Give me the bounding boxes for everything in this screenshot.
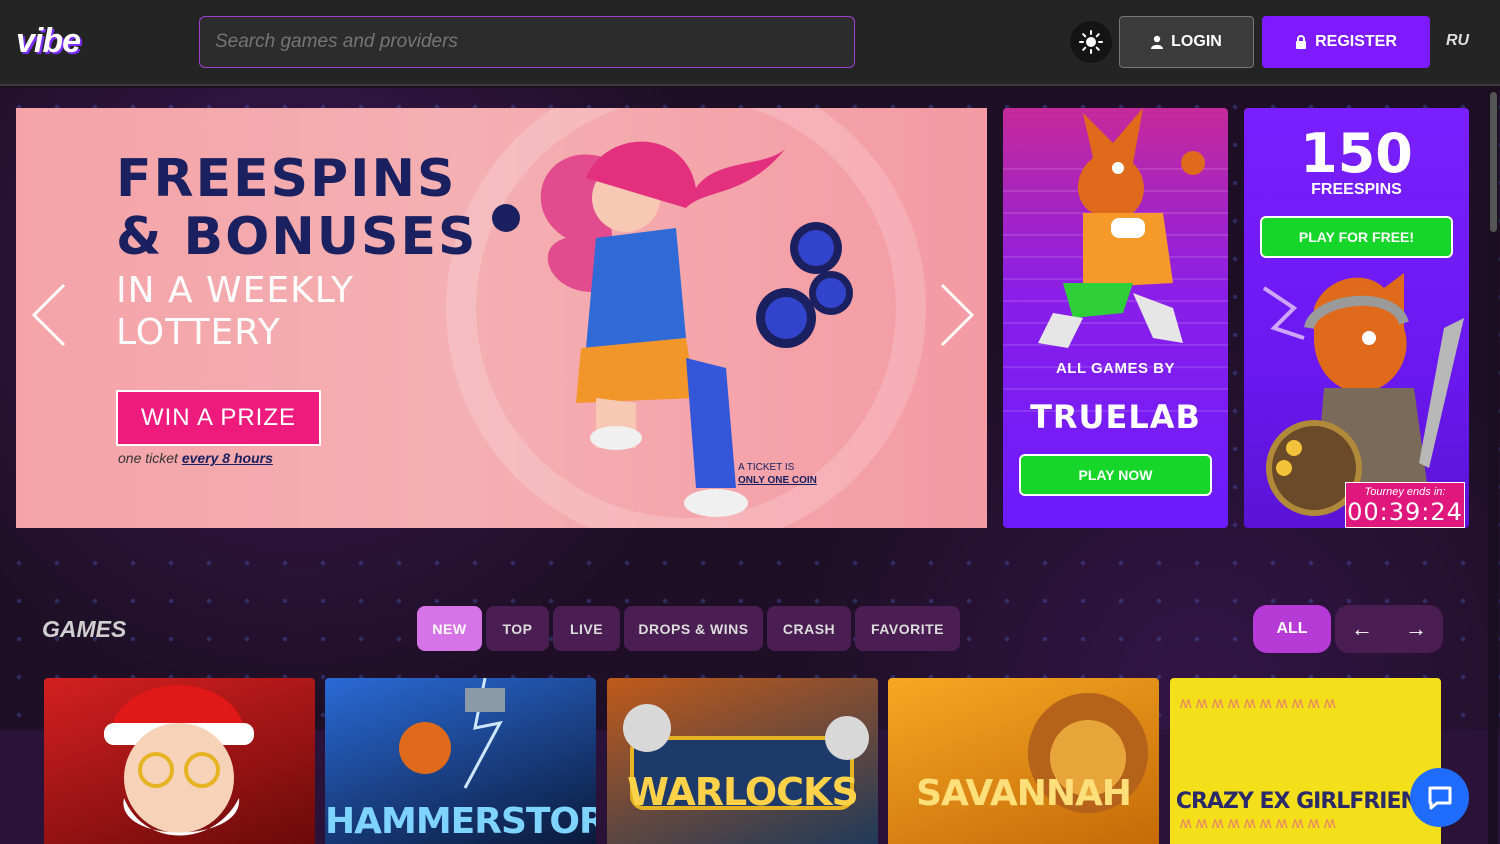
ticket-info-link[interactable]: ONLY ONE COIN <box>738 475 817 486</box>
language-switch[interactable]: RU <box>1446 32 1469 50</box>
game-card[interactable]: SAVANNAH <box>888 678 1159 844</box>
svg-text:ʍ ʍ ʍ ʍ ʍ ʍ ʍ ʍ ʍ ʍ: ʍ ʍ ʍ ʍ ʍ ʍ ʍ ʍ ʍ ʍ <box>1180 695 1336 712</box>
login-label: LOGIN <box>1171 33 1222 50</box>
tab-top[interactable]: TOP <box>486 606 549 651</box>
all-games-button[interactable]: ALL <box>1253 605 1331 653</box>
live-chat-button[interactable] <box>1410 768 1469 827</box>
user-icon <box>1151 35 1164 49</box>
register-button[interactable]: REGISTER <box>1262 16 1430 68</box>
tab-crash[interactable]: CRASH <box>767 606 851 651</box>
carousel-next-icon[interactable] <box>936 283 976 347</box>
game-card[interactable]: ʍ ʍ ʍ ʍ ʍ ʍ ʍ ʍ ʍ ʍ ʍ ʍ ʍ ʍ ʍ ʍ ʍ ʍ ʍ ʍ … <box>1170 678 1441 844</box>
chat-bubble-icon <box>1428 786 1451 809</box>
tab-favorite[interactable]: FAVORITE <box>855 606 960 651</box>
hero-title-line1: FREESPINS <box>116 149 457 209</box>
truelab-logo: TRUELAB <box>1030 398 1201 436</box>
lock-icon <box>1296 35 1307 49</box>
site-logo[interactable]: vibe <box>16 22 81 61</box>
play-now-button[interactable]: PLAY NOW <box>1019 454 1212 496</box>
hero-title: FREESPINS & BONUSES <box>116 150 477 266</box>
tourney-label: Tourney ends in: <box>1364 486 1446 498</box>
game-title: WARLOCKS <box>627 770 859 814</box>
hero-note: one ticket every 8 hours <box>118 450 273 466</box>
game-card[interactable] <box>44 678 315 844</box>
play-for-free-button[interactable]: PLAY FOR FREE! <box>1260 216 1453 258</box>
hero-note-prefix: one ticket <box>118 450 178 466</box>
hero-title-line2: & BONUSES <box>116 207 478 267</box>
tourney-timer: Tourney ends in: 00:39:24 <box>1345 482 1465 528</box>
warlocks-art <box>623 704 869 810</box>
game-title: SAVANNAH <box>916 773 1132 814</box>
arrow-right-icon[interactable]: → <box>1396 616 1436 642</box>
hero-subtitle: IN A WEEKLY LOTTERY <box>116 270 354 354</box>
theme-toggle-button[interactable] <box>1070 21 1112 63</box>
hero-subtitle-line2: LOTTERY <box>116 312 281 353</box>
santa-illustration <box>104 685 254 836</box>
ticket-info-line1: A TICKET IS <box>738 462 795 473</box>
games-carousel-nav: ← → <box>1335 605 1443 653</box>
hero-note-link[interactable]: every 8 hours <box>182 450 273 466</box>
search-input[interactable] <box>199 16 855 68</box>
hero-subtitle-line1: IN A WEEKLY <box>116 270 355 311</box>
game-title: CRAZY EX GIRLFRIEND <box>1175 789 1436 814</box>
top-header: vibe LOGIN REGISTER RU <box>0 0 1500 86</box>
carousel-prev-icon[interactable] <box>30 283 70 347</box>
tab-drops-wins[interactable]: DROPS & WINS <box>624 606 763 651</box>
tab-live[interactable]: LIVE <box>553 606 620 651</box>
scrollbar-thumb[interactable] <box>1490 92 1497 232</box>
game-title: HAMMERSTORM <box>325 801 596 842</box>
sun-icon <box>1079 30 1103 54</box>
hero-character-illustration <box>492 141 853 517</box>
arrow-left-icon[interactable]: ← <box>1342 616 1382 642</box>
promo-card-freespins[interactable]: 150 FREESPINS PLAY FOR FREE! Tourney end… <box>1244 108 1469 528</box>
fox-runner-illustration <box>1038 108 1205 348</box>
freespins-label: FREESPINS <box>1311 181 1402 198</box>
hero-banner[interactable]: FREESPINS & BONUSES IN A WEEKLY LOTTERY … <box>16 108 987 528</box>
game-card[interactable]: WARLOCKS <box>607 678 878 844</box>
ticket-info: A TICKET IS ONLY ONE COIN <box>738 461 817 487</box>
lion-illustration <box>1028 693 1148 813</box>
login-button[interactable]: LOGIN <box>1119 16 1254 68</box>
games-section-title: GAMES <box>42 616 127 642</box>
promo1-label: ALL GAMES BY <box>1055 360 1176 377</box>
svg-text:ʍ ʍ ʍ ʍ ʍ ʍ ʍ ʍ ʍ ʍ: ʍ ʍ ʍ ʍ ʍ ʍ ʍ ʍ ʍ ʍ <box>1180 815 1336 832</box>
tab-new[interactable]: NEW <box>417 606 482 651</box>
register-label: REGISTER <box>1315 33 1397 50</box>
freespins-count: 150 <box>1300 122 1413 185</box>
tourney-countdown: 00:39:24 <box>1347 498 1463 526</box>
win-prize-button[interactable]: WIN A PRIZE <box>116 390 321 446</box>
game-card[interactable]: HAMMERSTORM <box>325 678 596 844</box>
crazy-ex-art: ʍ ʍ ʍ ʍ ʍ ʍ ʍ ʍ ʍ ʍ ʍ ʍ ʍ ʍ ʍ ʍ ʍ ʍ ʍ ʍ <box>1180 695 1336 832</box>
promo-card-truelab[interactable]: ALL GAMES BY TRUELAB PLAY NOW <box>1003 108 1228 528</box>
